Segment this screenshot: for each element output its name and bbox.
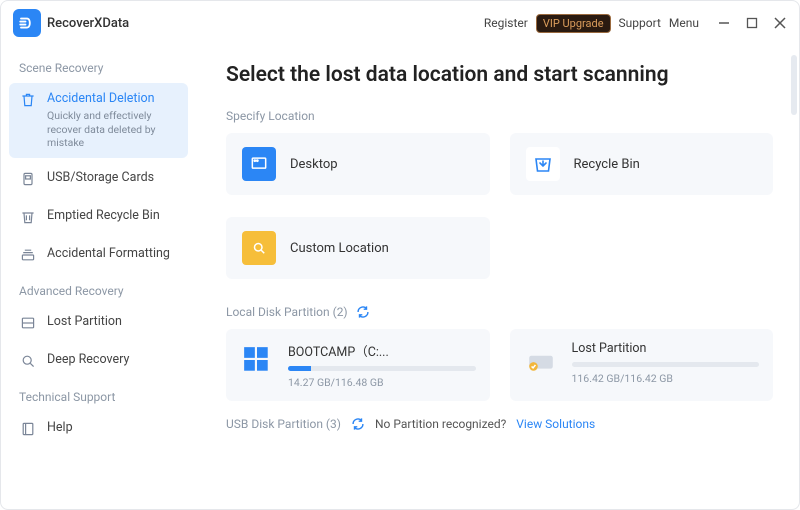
location-desktop[interactable]: Desktop xyxy=(226,133,490,195)
format-icon xyxy=(19,246,37,264)
sidebar-item-usb-storage[interactable]: USB/Storage Cards xyxy=(1,162,196,196)
sidebar-section-advanced: Advanced Recovery xyxy=(1,276,196,302)
app-name: RecoverXData xyxy=(47,16,129,31)
book-icon xyxy=(19,420,37,438)
main-panel: Select the lost data location and start … xyxy=(196,45,799,509)
usb-disk-label: USB Disk Partition (3) xyxy=(226,417,341,431)
view-solutions-link[interactable]: View Solutions xyxy=(516,417,595,431)
sidebar-item-deep-recovery[interactable]: Deep Recovery xyxy=(1,344,196,378)
sidebar-item-label: Deep Recovery xyxy=(47,352,182,367)
sidebar-item-help[interactable]: Help xyxy=(1,412,196,446)
sidebar-item-accidental-deletion[interactable]: Accidental Deletion Quickly and effectiv… xyxy=(9,83,188,158)
sidebar-item-accidental-formatting[interactable]: Accidental Formatting xyxy=(1,238,196,272)
disk-usage-bar xyxy=(572,362,760,367)
maximize-icon[interactable] xyxy=(745,16,759,30)
disk-card-bootcamp[interactable]: BOOTCAMP（C:... 14.27 GB/116.48 GB xyxy=(226,329,490,401)
menu-link[interactable]: Menu xyxy=(669,16,699,30)
disk-size: 14.27 GB/116.48 GB xyxy=(288,376,476,389)
close-icon[interactable] xyxy=(773,16,787,30)
usb-icon xyxy=(19,170,37,188)
location-custom[interactable]: Custom Location xyxy=(226,217,490,279)
location-label: Custom Location xyxy=(290,241,389,256)
app-logo xyxy=(13,9,41,37)
disk-usage-bar xyxy=(288,366,476,371)
recycle-bin-icon xyxy=(526,147,560,181)
location-label: Recycle Bin xyxy=(574,157,640,172)
sidebar-item-label: Emptied Recycle Bin xyxy=(47,208,182,223)
sidebar-item-desc: Quickly and effectively recover data del… xyxy=(47,109,174,150)
minimize-icon[interactable] xyxy=(717,16,731,30)
sidebar-item-lost-partition[interactable]: Lost Partition xyxy=(1,306,196,340)
windows-disk-icon xyxy=(240,343,274,377)
sidebar-item-label: Accidental Deletion xyxy=(47,91,174,106)
support-link[interactable]: Support xyxy=(619,16,661,30)
no-partition-text: No Partition recognized? xyxy=(375,417,506,431)
sidebar-section-scene: Scene Recovery xyxy=(1,53,196,79)
register-link[interactable]: Register xyxy=(484,16,528,30)
location-recycle-bin[interactable]: Recycle Bin xyxy=(510,133,774,195)
desktop-icon xyxy=(242,147,276,181)
lost-disk-icon xyxy=(524,343,558,377)
vip-upgrade-button[interactable]: VIP Upgrade xyxy=(536,14,611,33)
disk-size: 116.42 GB/116.42 GB xyxy=(572,372,760,385)
location-label: Desktop xyxy=(290,157,338,172)
disk-card-lost-partition[interactable]: Lost Partition 116.42 GB/116.42 GB xyxy=(510,329,774,401)
empty-bin-icon xyxy=(19,208,37,226)
sidebar: Scene Recovery Accidental Deletion Quick… xyxy=(1,45,196,509)
sidebar-item-label: USB/Storage Cards xyxy=(47,170,182,185)
refresh-icon[interactable] xyxy=(351,417,365,431)
sidebar-item-label: Lost Partition xyxy=(47,314,182,329)
specify-location-label: Specify Location xyxy=(226,109,773,123)
local-disk-label: Local Disk Partition (2) xyxy=(226,305,773,319)
title-bar: RecoverXData Register VIP Upgrade Suppor… xyxy=(1,1,799,45)
trash-icon xyxy=(19,91,37,109)
sidebar-item-label: Accidental Formatting xyxy=(47,246,182,261)
sidebar-item-emptied-recycle-bin[interactable]: Emptied Recycle Bin xyxy=(1,200,196,234)
partition-icon xyxy=(19,314,37,332)
sidebar-section-technical: Technical Support xyxy=(1,382,196,408)
page-title: Select the lost data location and start … xyxy=(226,63,773,87)
refresh-icon[interactable] xyxy=(356,305,370,319)
disk-name: BOOTCAMP（C:... xyxy=(288,341,476,360)
deep-scan-icon xyxy=(19,352,37,370)
scrollbar[interactable] xyxy=(791,55,797,115)
sidebar-item-label: Help xyxy=(47,420,182,435)
folder-search-icon xyxy=(242,231,276,265)
disk-name: Lost Partition xyxy=(572,341,760,356)
